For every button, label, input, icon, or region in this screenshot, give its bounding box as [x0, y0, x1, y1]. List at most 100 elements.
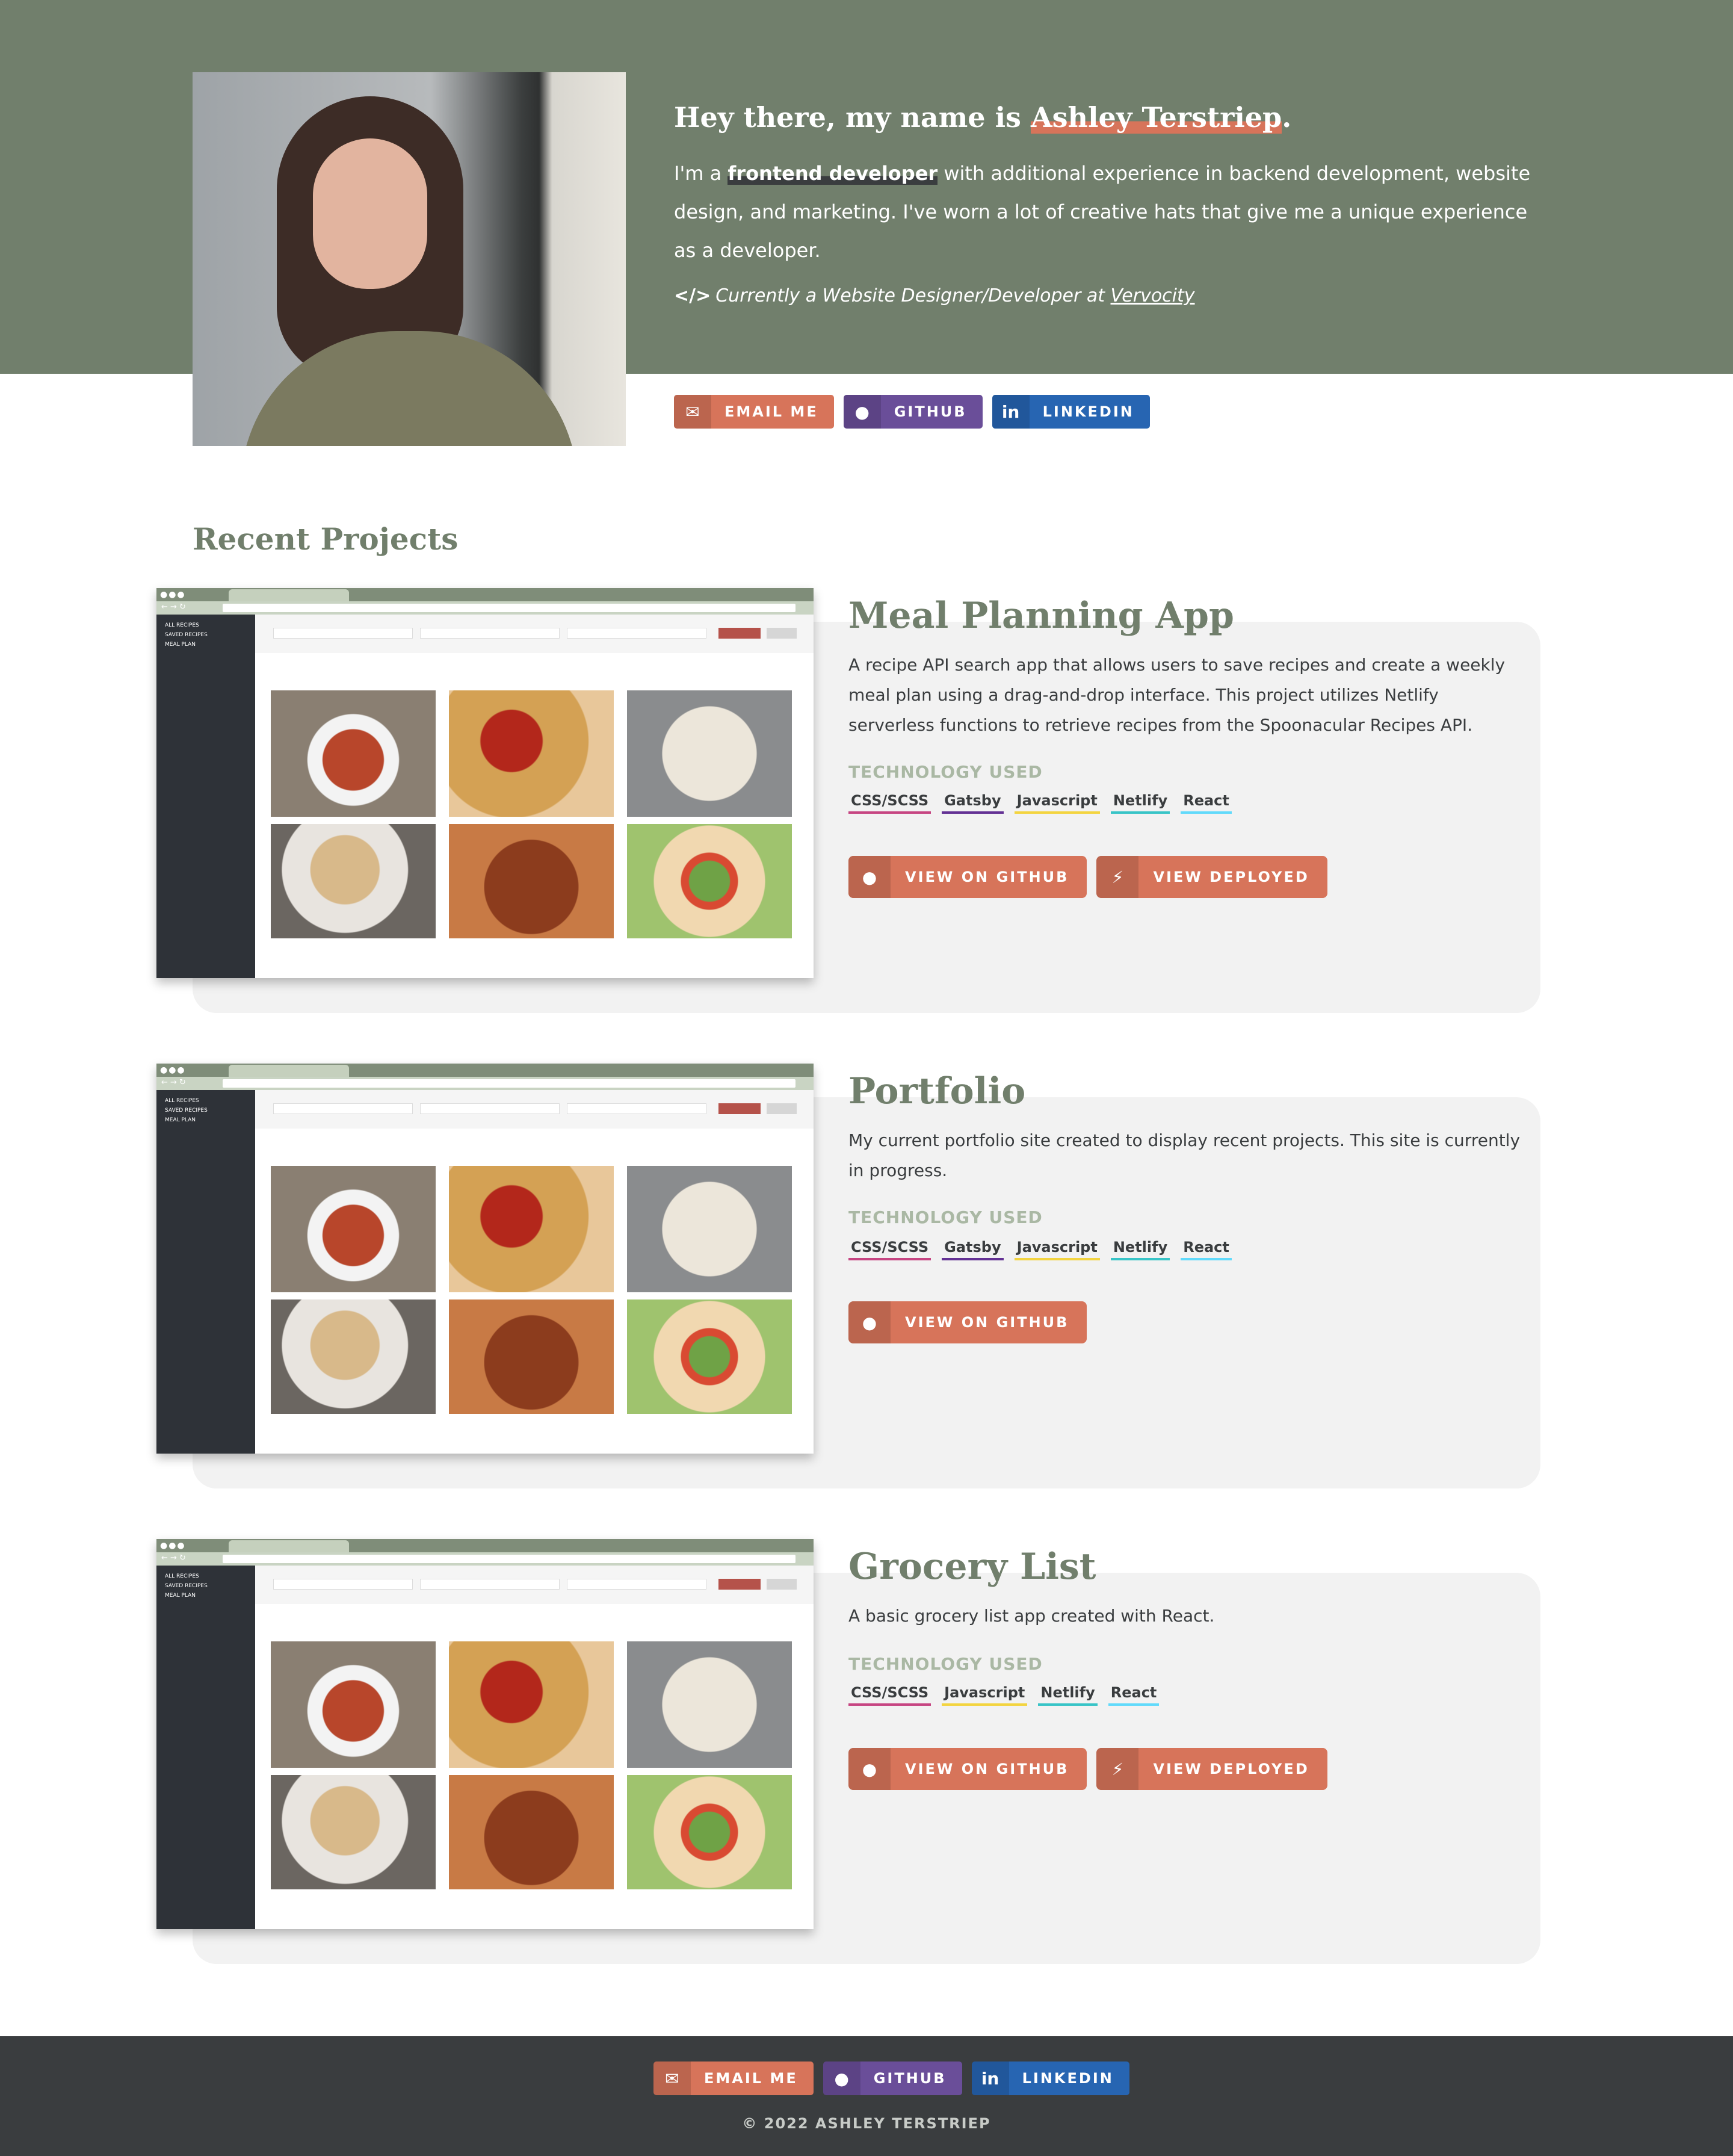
recipe-image	[449, 1166, 614, 1292]
view-deployed-label: VIEW DEPLOYED	[1153, 869, 1309, 885]
view-github-button[interactable]: ● VIEW ON GITHUB	[848, 1301, 1087, 1343]
sidebar-item: SAVED RECIPES	[165, 632, 208, 638]
view-github-label: VIEW ON GITHUB	[905, 869, 1069, 885]
tech-tags: CSS/SCSS Javascript Netlify React	[848, 1684, 1160, 1706]
url-field	[223, 1079, 795, 1088]
photo-face	[313, 138, 427, 289]
footer	[0, 2036, 1733, 2156]
recent-projects-heading: Recent Projects	[193, 521, 459, 557]
email-button[interactable]: ✉ EMAIL ME	[653, 2062, 814, 2095]
diet-select	[567, 628, 706, 639]
diet-select	[567, 1103, 706, 1114]
github-icon: ●	[843, 395, 881, 429]
view-github-button[interactable]: ● VIEW ON GITHUB	[848, 1748, 1087, 1790]
view-deployed-button[interactable]: ⚡ VIEW DEPLOYED	[1096, 856, 1327, 898]
sidebar-item: ALL RECIPES	[165, 1573, 199, 1579]
url-field	[223, 1555, 795, 1563]
tech-tag: React	[1181, 792, 1232, 814]
dish-select	[420, 628, 560, 639]
sidebar-item: ALL RECIPES	[165, 622, 199, 628]
search-box	[273, 1103, 413, 1114]
linkedin-label: LINKEDIN	[1042, 403, 1134, 420]
recipe-image	[449, 1775, 614, 1889]
tech-used-label: TECHNOLOGY USED	[848, 1654, 1043, 1674]
profile-photo	[193, 72, 626, 446]
envelope-icon: ✉	[674, 395, 711, 429]
recipe-image	[627, 1166, 792, 1292]
linkedin-button[interactable]: in LINKEDIN	[971, 2062, 1129, 2095]
project-screenshot: ●●● ← → ↻ ALL RECIPES SAVED RECIPES MEAL…	[156, 1539, 814, 1929]
recipe-image	[449, 1299, 614, 1414]
intro-paragraph: I'm a frontend developer with additional…	[674, 154, 1546, 270]
linkedin-button[interactable]: in LINKEDIN	[992, 395, 1150, 429]
search-button	[718, 628, 761, 639]
tech-tag: Netlify	[1110, 792, 1170, 814]
github-button[interactable]: ● GITHUB	[843, 395, 983, 429]
sidebar-item: MEAL PLAN	[165, 1117, 196, 1123]
email-button[interactable]: ✉ EMAIL ME	[674, 395, 834, 429]
github-button[interactable]: ● GITHUB	[823, 2062, 962, 2095]
tech-tag: CSS/SCSS	[848, 1684, 931, 1706]
search-box	[273, 628, 413, 639]
recipe-image	[627, 1299, 792, 1414]
sidebar-item: ALL RECIPES	[165, 1098, 199, 1104]
company-link[interactable]: Vervocity	[1111, 285, 1195, 306]
recipe-image	[271, 824, 436, 938]
browser-urlbar: ← → ↻	[156, 1552, 814, 1566]
github-icon: ●	[848, 1748, 891, 1790]
screenshot-filters	[255, 1566, 814, 1604]
nav-arrows-icon: ← → ↻	[161, 603, 186, 612]
recipe-grid	[271, 1641, 792, 1889]
project-title: Meal Planning App	[848, 595, 1234, 637]
bolt-icon: ⚡	[1096, 1748, 1139, 1790]
sidebar-item: MEAL PLAN	[165, 642, 196, 648]
owner-name: Ashley Terstriep	[1030, 101, 1282, 134]
project-screenshot: ●●● ← → ↻ ALL RECIPES SAVED RECIPES MEAL…	[156, 1064, 814, 1454]
sidebar-item: MEAL PLAN	[165, 1593, 196, 1599]
recipe-image	[627, 690, 792, 817]
tech-tag: Javascript	[942, 1684, 1028, 1706]
tech-tag: Javascript	[1014, 1239, 1100, 1260]
recipe-image	[449, 690, 614, 817]
tech-used-label: TECHNOLOGY USED	[848, 762, 1043, 782]
github-icon: ●	[823, 2062, 860, 2095]
greeting-prefix: Hey there, my name is	[674, 101, 1031, 134]
view-github-label: VIEW ON GITHUB	[905, 1314, 1069, 1331]
browser-urlbar: ← → ↻	[156, 601, 814, 615]
tech-tag: React	[1181, 1239, 1232, 1260]
footer-social-links: ✉ EMAIL ME ● GITHUB in LINKEDIN	[653, 2062, 1129, 2095]
screenshot-sidebar: ALL RECIPES SAVED RECIPES MEAL PLAN	[156, 1566, 255, 1929]
github-label: GITHUB	[873, 2070, 947, 2087]
recipe-image	[627, 1775, 792, 1889]
project-title: Grocery List	[848, 1546, 1096, 1588]
greeting-suffix: .	[1282, 101, 1292, 134]
view-deployed-button[interactable]: ⚡ VIEW DEPLOYED	[1096, 1748, 1327, 1790]
window-dots-icon: ●●●	[160, 1541, 186, 1550]
bolt-icon: ⚡	[1096, 856, 1139, 898]
tech-tag: Netlify	[1038, 1684, 1098, 1706]
current-position: </> Currently a Website Designer/Develope…	[674, 285, 1546, 306]
project-actions: ● VIEW ON GITHUB ⚡ VIEW DEPLOYED	[848, 856, 1327, 898]
intro-prefix: I'm a	[674, 162, 728, 185]
tech-used-label: TECHNOLOGY USED	[848, 1207, 1043, 1227]
recipe-grid	[271, 690, 792, 938]
project-screenshot: ●●● ← → ↻ ALL RECIPES SAVED RECIPES MEAL…	[156, 588, 814, 978]
recipe-image	[627, 1641, 792, 1768]
search-box	[273, 1579, 413, 1590]
project-actions: ● VIEW ON GITHUB	[848, 1301, 1087, 1343]
screenshot-sidebar: ALL RECIPES SAVED RECIPES MEAL PLAN	[156, 1090, 255, 1454]
browser-titlebar: ●●●	[156, 1539, 814, 1552]
reset-button	[767, 628, 797, 639]
nav-arrows-icon: ← → ↻	[161, 1078, 186, 1087]
view-github-button[interactable]: ● VIEW ON GITHUB	[848, 856, 1087, 898]
screenshot-sidebar: ALL RECIPES SAVED RECIPES MEAL PLAN	[156, 615, 255, 978]
search-button	[718, 1103, 761, 1114]
screenshot-filters	[255, 1090, 814, 1129]
project-description: My current portfolio site created to dis…	[848, 1130, 1521, 1180]
dish-select	[420, 1579, 560, 1590]
linkedin-icon: in	[992, 395, 1030, 429]
tech-tag: Gatsby	[942, 792, 1004, 814]
intro-highlight: frontend developer	[727, 162, 938, 185]
window-dots-icon: ●●●	[160, 590, 186, 599]
screenshot-filters	[255, 615, 814, 653]
